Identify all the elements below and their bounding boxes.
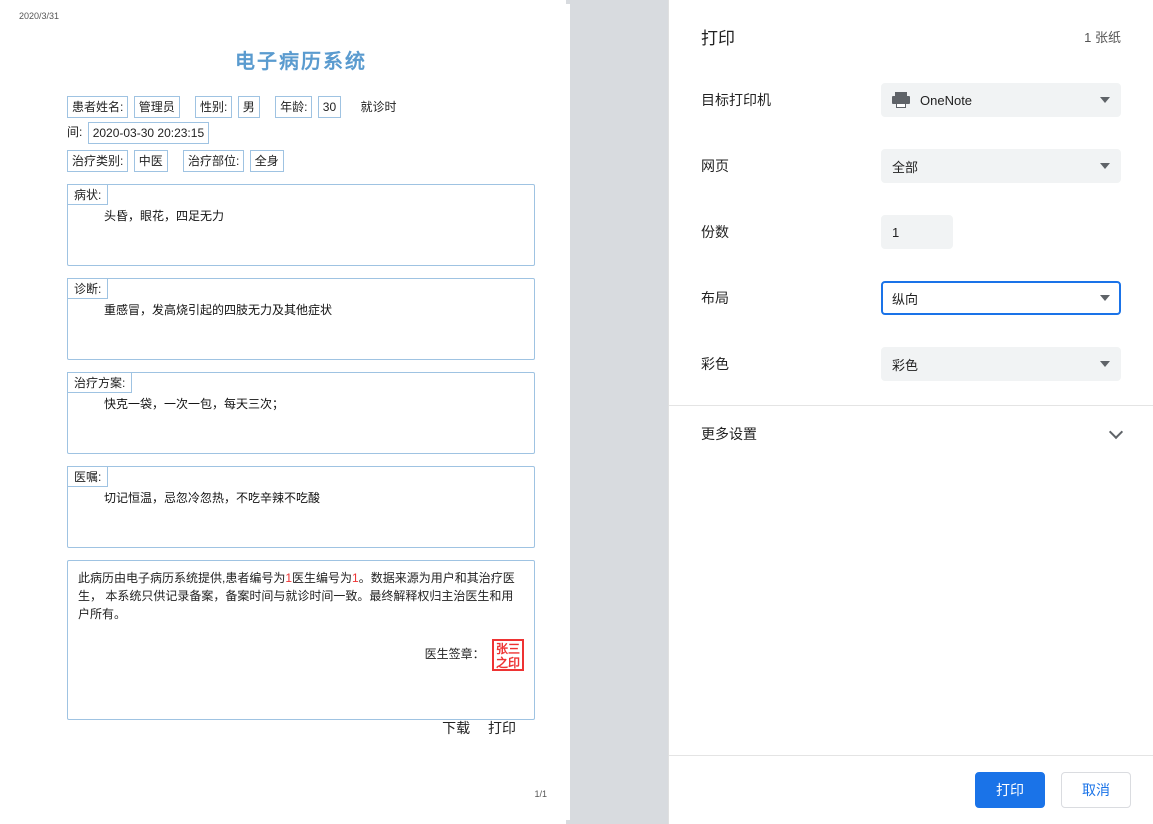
label-pages: 网页 <box>701 156 881 176</box>
doc-actions: 下载 打印 <box>428 718 516 738</box>
row-copies: 份数 1 <box>701 199 1121 265</box>
label-destination: 目标打印机 <box>701 90 881 110</box>
doc-print-link[interactable]: 打印 <box>488 720 516 736</box>
doc-download-link[interactable]: 下载 <box>442 720 470 736</box>
pages-value: 全部 <box>892 157 918 176</box>
label-category: 治疗类别: <box>67 150 128 172</box>
label-part: 治疗部位: <box>183 150 244 172</box>
chevron-down-icon <box>1100 163 1110 169</box>
section-plan: 治疗方案: 快克一袋，一次一包，每天三次； <box>67 372 535 454</box>
layout-select[interactable]: 纵向 <box>881 281 1121 315</box>
row-layout: 布局 纵向 <box>701 265 1121 331</box>
section-diagnosis-label: 诊断: <box>67 278 108 299</box>
label-visit-time-2: 间: <box>67 125 84 139</box>
chevron-down-icon <box>1100 295 1110 301</box>
section-symptom-label: 病状: <box>67 184 108 205</box>
chevron-down-icon <box>1100 97 1110 103</box>
section-symptom-text: 头昏，眼花，四足无力 <box>68 185 534 234</box>
preview-page-counter: 1/1 <box>534 789 547 799</box>
signature-label: 医生签章： <box>425 647 485 661</box>
doc-title: 电子病历系统 <box>67 45 535 74</box>
chevron-down-icon <box>1100 361 1110 367</box>
print-button[interactable]: 打印 <box>975 772 1045 808</box>
copies-input[interactable]: 1 <box>881 215 953 249</box>
value-category: 中医 <box>134 150 168 172</box>
signature-row: 医生签章： 张三之印 <box>78 639 524 671</box>
patient-row-2: 治疗类别: 中医 治疗部位: 全身 <box>67 150 535 172</box>
section-footnote: 此病历由电子病历系统提供,患者编号为1医生编号为1。数据来源为用户和其治疗医生，… <box>67 560 535 720</box>
destination-value: OneNote <box>920 93 972 108</box>
cancel-button[interactable]: 取消 <box>1061 772 1131 808</box>
section-plan-label: 治疗方案: <box>67 372 132 393</box>
value-visit-time: 2020-03-30 20:23:15 <box>88 122 209 144</box>
print-panel-header: 打印 1 张纸 <box>669 0 1153 67</box>
footnote-text: 此病历由电子病历系统提供,患者编号为1医生编号为1。数据来源为用户和其治疗医生，… <box>78 569 524 623</box>
section-order-label: 医嘱: <box>67 466 108 487</box>
print-panel-footer: 打印 取消 <box>669 755 1153 824</box>
print-preview-pane: 2020/3/31 电子病历系统 患者姓名: 管理员 性别: 男 年龄: 30 … <box>0 0 669 824</box>
color-value: 彩色 <box>892 355 918 374</box>
label-patient-name: 患者姓名: <box>67 96 128 118</box>
label-copies: 份数 <box>701 222 881 242</box>
label-age: 年龄: <box>275 96 312 118</box>
section-plan-text: 快克一袋，一次一包，每天三次； <box>68 373 534 422</box>
copies-value: 1 <box>892 225 899 240</box>
more-settings-row[interactable]: 更多设置 <box>669 405 1153 444</box>
row-destination: 目标打印机 OneNote <box>701 67 1121 133</box>
section-diagnosis-text: 重感冒，发高烧引起的四肢无力及其他症状 <box>68 279 534 328</box>
label-gender: 性别: <box>195 96 232 118</box>
section-symptom: 病状: 头昏，眼花，四足无力 <box>67 184 535 266</box>
layout-value: 纵向 <box>892 289 918 308</box>
doctor-stamp: 张三之印 <box>492 639 524 671</box>
more-settings-label: 更多设置 <box>701 424 757 444</box>
preview-gutter <box>566 0 668 824</box>
label-color: 彩色 <box>701 354 881 374</box>
value-part: 全身 <box>250 150 284 172</box>
label-layout: 布局 <box>701 288 881 308</box>
print-panel-title: 打印 <box>701 24 735 49</box>
print-page-count: 1 张纸 <box>1084 27 1121 46</box>
row-pages: 网页 全部 <box>701 133 1121 199</box>
destination-select[interactable]: OneNote <box>881 83 1121 117</box>
value-patient-name: 管理员 <box>134 96 180 118</box>
section-diagnosis: 诊断: 重感冒，发高烧引起的四肢无力及其他症状 <box>67 278 535 360</box>
value-age: 30 <box>318 96 341 118</box>
color-select[interactable]: 彩色 <box>881 347 1121 381</box>
patient-row-1b: 间: 2020-03-30 20:23:15 <box>67 122 535 144</box>
pages-select[interactable]: 全部 <box>881 149 1121 183</box>
preview-page: 2020/3/31 电子病历系统 患者姓名: 管理员 性别: 男 年龄: 30 … <box>6 4 570 820</box>
chevron-down-icon <box>1109 425 1123 439</box>
print-panel: 打印 1 张纸 目标打印机 OneNote 网 <box>669 0 1153 824</box>
value-gender: 男 <box>238 96 260 118</box>
preview-header-date: 2020/3/31 <box>19 11 59 21</box>
printer-icon <box>892 92 910 108</box>
section-order: 医嘱: 切记恒温，忌忽冷忽热，不吃辛辣不吃酸 <box>67 466 535 548</box>
label-visit-time-1: 就诊时 <box>356 97 400 117</box>
row-color: 彩色 彩色 <box>701 331 1121 397</box>
section-order-text: 切记恒温，忌忽冷忽热，不吃辛辣不吃酸 <box>68 467 534 516</box>
patient-row-1: 患者姓名: 管理员 性别: 男 年龄: 30 就诊时 <box>67 96 535 118</box>
